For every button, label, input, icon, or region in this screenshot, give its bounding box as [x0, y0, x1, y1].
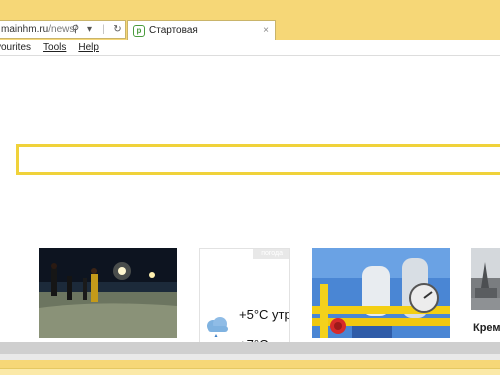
kremlin-photo: [471, 248, 500, 310]
chevron-down-icon[interactable]: ▾: [84, 23, 95, 36]
news-caption: Кремл: [473, 322, 500, 334]
menu-bar: vourites Tools Help: [0, 40, 500, 56]
news-card-football[interactable]: [39, 248, 177, 338]
status-bar-inner: [0, 368, 500, 375]
address-text: mainhm.ru/news/: [0, 24, 77, 35]
horizontal-scrollbar[interactable]: [0, 342, 500, 354]
menu-tools[interactable]: Tools: [43, 42, 66, 53]
address-bar[interactable]: mainhm.ru/news/ ⚲ ▾ | ↻: [0, 20, 126, 39]
menu-favourites[interactable]: vourites: [0, 42, 31, 53]
refresh-icon[interactable]: ↻: [112, 23, 123, 36]
separator-icon: |: [102, 24, 105, 35]
football-photo: [39, 248, 177, 338]
tab-title: Стартовая: [149, 25, 198, 36]
gas-station-photo: [312, 248, 450, 338]
favicon-icon: р: [133, 24, 145, 37]
address-host: mainhm.ru: [1, 24, 49, 35]
search-input[interactable]: [16, 144, 500, 175]
weather-card[interactable]: погода +5°C утром +7°C днем: [199, 248, 290, 348]
rain-cloud-icon: [207, 317, 228, 337]
weather-label: погода: [253, 249, 289, 259]
weather-morning-temp: +5°C утром: [239, 307, 289, 322]
menu-tools-label: Tools: [43, 42, 67, 53]
menu-help[interactable]: Help: [78, 42, 99, 53]
menu-help-label: Help: [78, 42, 99, 53]
tab-start-page[interactable]: р Стартовая ×: [127, 20, 276, 40]
news-card-gas[interactable]: [312, 248, 450, 338]
news-card-kremlin[interactable]: Кремл: [471, 248, 500, 338]
search-icon[interactable]: ⚲: [70, 23, 81, 36]
close-icon[interactable]: ×: [263, 25, 269, 36]
